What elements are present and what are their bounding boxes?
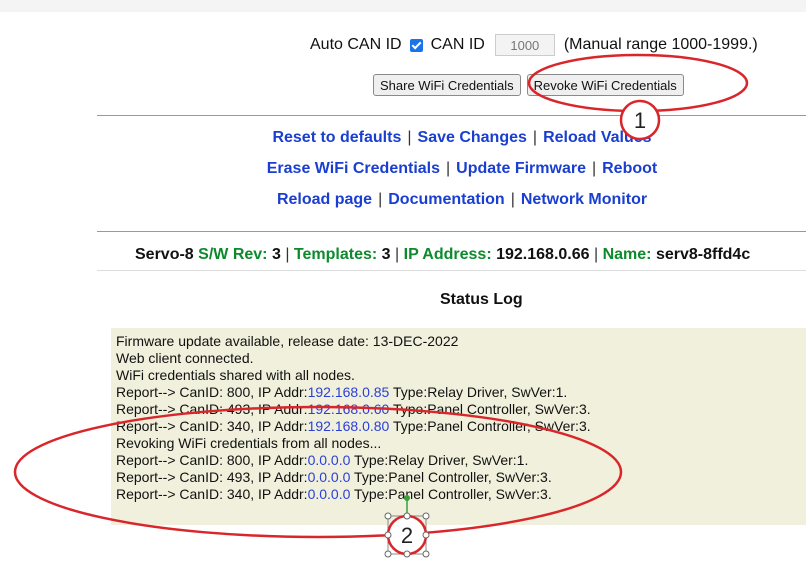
sw-rev-value: 3 (271, 246, 281, 263)
auto-canid-label: Auto CAN ID (310, 36, 402, 53)
log-text: Revoking WiFi credentials from all nodes… (116, 435, 382, 451)
revoke-wifi-button[interactable]: Revoke WiFi Credentials (526, 74, 684, 96)
status-log-title: Status Log (440, 291, 523, 308)
erase-wifi-link[interactable]: Erase WiFi Credentials (267, 160, 440, 177)
canid-row: Auto CAN ID CAN ID (Manual range 1000-19… (310, 34, 758, 56)
links-row-1: Reset to defaults | Save Changes | Reload Va… (97, 129, 806, 147)
wifi-button-row: Share WiFi Credentials Revoke WiFi Crede… (373, 74, 684, 96)
link-separator: | (510, 191, 515, 208)
link-separator: | (378, 191, 383, 208)
share-wifi-button[interactable]: Share WiFi Credentials (373, 74, 521, 96)
log-text-tail: Type:Panel Controller, SwVer:3. (389, 418, 591, 434)
log-line: Report--> CanID: 340, IP Addr:192.168.0.… (116, 418, 591, 435)
hostname-value: serv8-8ffd4c (655, 246, 751, 263)
status-separator: | (395, 246, 400, 263)
log-text: Report--> CanID: 340, IP Addr: (116, 486, 308, 502)
divider-middle (97, 231, 806, 232)
device-name: Servo-8 (135, 246, 194, 263)
canid-input[interactable] (494, 34, 555, 56)
resize-handle[interactable] (422, 531, 430, 539)
log-line: Revoking WiFi credentials from all nodes… (116, 435, 591, 452)
log-text-tail: Type:Panel Controller, SwVer:3. (350, 469, 552, 485)
sw-rev-label: S/W Rev: (198, 246, 268, 263)
status-log-lines: Firmware update available, release date:… (116, 333, 591, 503)
divider-faint (97, 270, 806, 271)
log-text: WiFi credentials shared with all nodes. (116, 367, 355, 383)
resize-handle[interactable] (422, 550, 430, 558)
log-text-tail: Type:Relay Driver, SwVer:1. (389, 384, 568, 400)
status-separator: | (285, 246, 290, 263)
log-text-tail: Type:Panel Controller, SwVer:3. (389, 401, 591, 417)
log-ip: 192.168.0.80 (307, 418, 390, 434)
log-line: Web client connected. (116, 350, 591, 367)
log-text: Report--> CanID: 800, IP Addr: (116, 452, 308, 468)
reboot-link[interactable]: Reboot (602, 160, 657, 177)
templates-value: 3 (381, 246, 391, 263)
links-row-3: Reload page | Documentation | Network Monito… (97, 191, 806, 209)
update-firmware-link[interactable]: Update Firmware (456, 160, 586, 177)
link-separator: | (407, 129, 412, 146)
canid-label: CAN ID (430, 36, 485, 53)
link-separator: | (591, 160, 597, 177)
log-ip: 0.0.0.0 (307, 452, 351, 468)
log-line: Report--> CanID: 800, IP Addr:0.0.0.0 Ty… (116, 452, 591, 469)
divider-top (97, 115, 806, 116)
log-text: Report--> CanID: 493, IP Addr: (116, 469, 308, 485)
templates-label: Templates: (293, 246, 378, 263)
reset-defaults-link[interactable]: Reset to defaults (272, 129, 401, 146)
canid-range-note: (Manual range 1000-1999.) (563, 36, 758, 53)
log-text-tail: Type:Relay Driver, SwVer:1. (350, 452, 529, 468)
log-text: Report--> CanID: 800, IP Addr: (116, 384, 308, 400)
log-line: Report--> CanID: 493, IP Addr:0.0.0.0 Ty… (116, 469, 591, 486)
reload-page-link[interactable]: Reload page (277, 191, 372, 208)
log-text: Report--> CanID: 340, IP Addr: (116, 418, 308, 434)
log-line: WiFi credentials shared with all nodes. (116, 367, 591, 384)
log-line: Firmware update available, release date:… (116, 333, 591, 350)
documentation-link[interactable]: Documentation (388, 191, 504, 208)
log-text-tail: Type:Panel Controller, SwVer:3. (350, 486, 552, 502)
auto-canid-checkbox[interactable] (409, 38, 423, 52)
hostname-label: Name: (602, 246, 652, 263)
annotation-marker-2-label: 2 (401, 523, 413, 548)
links-row-2: Erase WiFi Credentials | Update Firmware | R… (97, 160, 806, 178)
log-line: Report--> CanID: 340, IP Addr:0.0.0.0 Ty… (116, 486, 591, 503)
resize-handle[interactable] (384, 550, 392, 558)
log-text: Web client connected. (116, 350, 254, 366)
link-separator: | (446, 160, 451, 177)
log-text: Firmware update available, release date:… (116, 333, 459, 349)
log-text: Report--> CanID: 493, IP Addr: (116, 401, 308, 417)
resize-handle[interactable] (384, 531, 392, 539)
network-monitor-link[interactable]: Network Monitor (521, 191, 647, 208)
ip-address-label: IP Address: (403, 246, 492, 263)
reload-values-link[interactable]: Reload Values (543, 129, 652, 146)
resize-handle[interactable] (403, 550, 411, 558)
save-changes-link[interactable]: Save Changes (418, 129, 527, 146)
device-status-line: Servo-8 S/W Rev: 3 | Templates: 3 | IP A… (135, 246, 750, 264)
log-line: Report--> CanID: 493, IP Addr:192.168.0.… (116, 401, 591, 418)
link-separator: | (532, 129, 538, 146)
log-ip: 0.0.0.0 (307, 469, 351, 485)
log-ip: 192.168.0.85 (307, 384, 390, 400)
log-ip: 0.0.0.0 (307, 486, 351, 502)
page-top-shade (0, 0, 806, 12)
ip-address-value: 192.168.0.66 (496, 246, 590, 263)
log-ip: 192.168.0.60 (307, 401, 390, 417)
log-line: Report--> CanID: 800, IP Addr:192.168.0.… (116, 384, 591, 401)
status-separator: | (593, 246, 599, 263)
